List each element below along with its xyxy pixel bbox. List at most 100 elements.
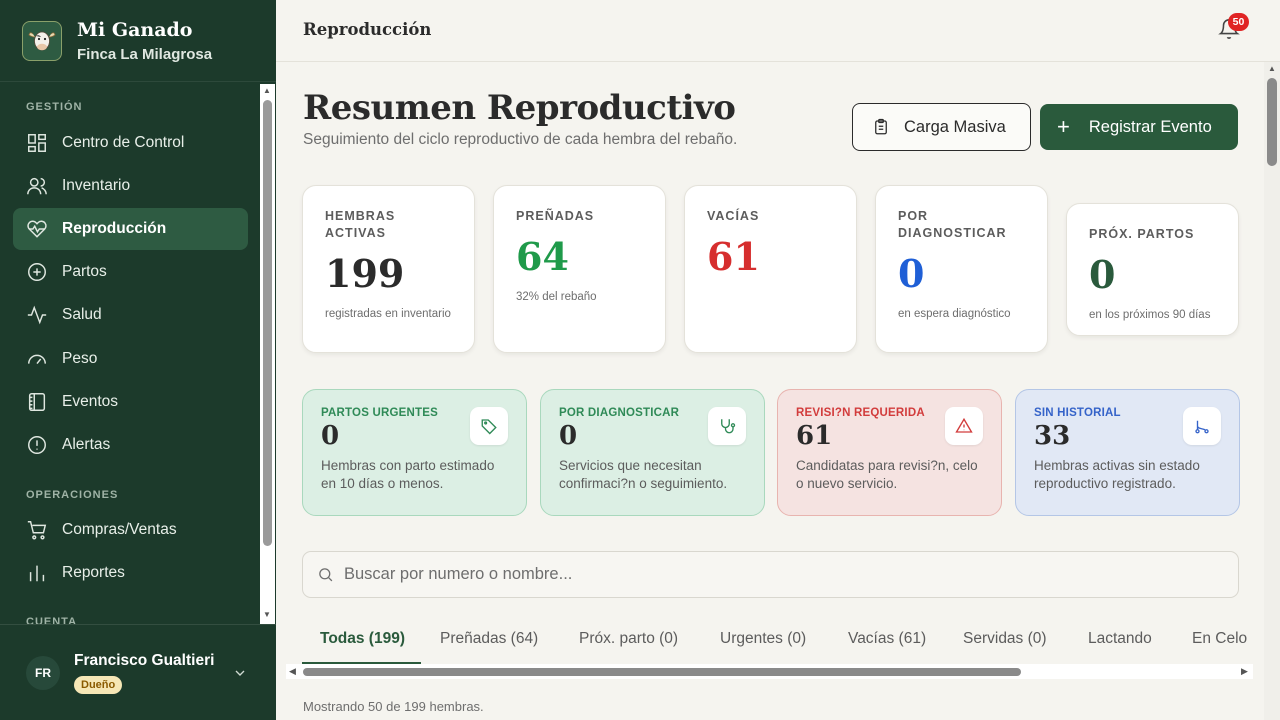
sidebar-item-eventos[interactable]: Eventos: [13, 381, 248, 423]
clipboard-icon: [875, 118, 887, 135]
stat-value: 64: [516, 234, 569, 279]
stat-value: 199: [325, 251, 405, 296]
avatar: FR: [26, 655, 60, 690]
stat-card-por-diagnosticar: Por Diagnosticar 0 en espera diagnóstico: [875, 185, 1048, 353]
sidebar-item-label: Partos: [62, 263, 107, 280]
gauge-icon: [28, 354, 46, 365]
cow-logo-icon: [22, 20, 62, 61]
stat-note: en los próximos 90 días: [1089, 309, 1211, 321]
tab-prox-parto[interactable]: Próx. parto (0): [579, 630, 678, 648]
route-icon: [1183, 407, 1221, 445]
sidebar-scrollbar[interactable]: ▲ ▼: [260, 84, 275, 624]
bulk-upload-label: Carga Masiva: [904, 117, 1006, 136]
sidebar-item-label: Peso: [62, 350, 98, 367]
notification-count-badge: 50: [1228, 13, 1249, 31]
users-icon: [27, 177, 47, 195]
alert-description: Hembras con parto estimado en 10 días o …: [321, 458, 495, 491]
tabs-scroll-thumb[interactable]: [303, 668, 1021, 676]
app-title: Mi Ganado: [77, 18, 193, 41]
sidebar-item-label: Compras/Ventas: [62, 521, 177, 538]
stat-value: 61: [707, 234, 760, 279]
sidebar: Mi Ganado Finca La Milagrosa GESTIÓN Cen…: [0, 0, 276, 720]
section-operaciones: OPERACIONES: [26, 489, 119, 501]
sidebar-item-compras-ventas[interactable]: Compras/Ventas: [13, 509, 248, 551]
register-event-button[interactable]: + Registrar Evento: [1040, 104, 1238, 150]
activity-icon: [27, 305, 47, 325]
main-content: Resumen Reproductivo Seguimiento del cic…: [276, 62, 1264, 720]
bar-chart-icon: [29, 565, 45, 582]
register-event-label: Registrar Evento: [1088, 117, 1212, 136]
alert-circle-icon: [28, 436, 46, 454]
stat-note: registradas en inventario: [325, 308, 451, 320]
tab-urgentes[interactable]: Urgentes (0): [720, 630, 806, 648]
chevron-down-icon[interactable]: [232, 665, 248, 681]
stat-value: 0: [898, 251, 925, 296]
sidebar-item-reproduccion[interactable]: Reproducción: [13, 208, 248, 250]
search-bar[interactable]: [302, 551, 1239, 598]
bulk-upload-button[interactable]: Carga Masiva: [852, 103, 1031, 151]
sidebar-item-label: Centro de Control: [62, 134, 185, 151]
scroll-right-icon[interactable]: ▶: [1241, 666, 1248, 677]
grid-icon: [28, 134, 46, 152]
sidebar-item-centro-de-control[interactable]: Centro de Control: [13, 122, 248, 164]
tab-servidas[interactable]: Servidas (0): [963, 630, 1047, 648]
sidebar-item-label: Inventario: [62, 177, 131, 194]
notebook-icon: [28, 393, 46, 411]
scroll-up-icon[interactable]: ▲: [1268, 64, 1276, 73]
scroll-left-icon[interactable]: ◀: [289, 666, 296, 677]
warning-icon: [945, 407, 983, 445]
stat-label: Hembras Activas: [325, 209, 396, 240]
sidebar-item-label: Reportes: [62, 564, 125, 581]
alert-card-revision-requerida[interactable]: REVISI?N REQUERIDA 61 Candidatas para re…: [777, 389, 1002, 516]
search-input[interactable]: [344, 565, 1224, 584]
stat-card-prenadas: Preñadas 64 32% del rebaño: [493, 185, 666, 353]
heart-pulse-icon: [27, 220, 47, 238]
tab-lactando[interactable]: Lactando: [1088, 630, 1152, 648]
main-scrollbar[interactable]: ▲: [1264, 62, 1280, 720]
stat-note: 32% del rebaño: [516, 291, 597, 303]
main-scroll-thumb[interactable]: [1267, 78, 1277, 166]
tab-en-celo[interactable]: En Celo: [1192, 630, 1247, 648]
brand-header: Mi Ganado Finca La Milagrosa: [0, 0, 276, 82]
sidebar-item-label: Eventos: [62, 393, 119, 410]
sidebar-item-label: Salud: [62, 306, 102, 323]
plus-icon: +: [1057, 114, 1070, 139]
topbar-title: Reproducción: [303, 20, 432, 39]
user-menu[interactable]: FR Francisco Gualtieri Dueño: [0, 624, 276, 720]
alert-description: Servicios que necesitan confirmaci?n o s…: [559, 458, 728, 491]
scroll-up-icon[interactable]: ▲: [263, 86, 271, 95]
farm-name: Finca La Milagrosa: [77, 45, 213, 63]
role-badge: Dueño: [74, 675, 123, 694]
stat-label: Vacías: [707, 209, 760, 223]
scroll-down-icon[interactable]: ▼: [263, 610, 271, 619]
stat-note: en espera diagnóstico: [898, 308, 1011, 320]
sidebar-item-label: Reproducción: [62, 220, 167, 237]
sidebar-item-salud[interactable]: Salud: [13, 294, 248, 336]
alert-description: Candidatas para revisi?n, celo o nuevo s…: [796, 458, 978, 491]
alert-card-partos-urgentes[interactable]: PARTOS URGENTES 0 Hembras con parto esti…: [302, 389, 527, 516]
topbar: Reproducción 50: [276, 0, 1280, 62]
sidebar-item-inventario[interactable]: Inventario: [13, 165, 248, 207]
alert-description: Hembras activas sin estado reproductivo …: [1034, 458, 1200, 491]
sidebar-item-partos[interactable]: Partos: [13, 251, 248, 293]
stat-label: Por Diagnosticar: [898, 209, 1007, 240]
stat-card-hembras-activas: Hembras Activas 199 registradas en inven…: [302, 185, 475, 353]
section-gestion: GESTIÓN: [26, 101, 83, 113]
stat-card-vacias: Vacías 61: [684, 185, 857, 353]
filter-tabs: Todas (199) Preñadas (64) Próx. parto (0…: [302, 618, 1264, 664]
tab-vacias[interactable]: Vacías (61): [848, 630, 926, 648]
tab-todas[interactable]: Todas (199): [320, 630, 405, 648]
stethoscope-icon: [708, 407, 746, 445]
tab-prenadas[interactable]: Preñadas (64): [440, 630, 538, 648]
results-count: Mostrando 50 de 199 hembras.: [303, 699, 484, 714]
stat-card-prox-partos: Próx. Partos 0 en los próximos 90 días: [1066, 203, 1239, 336]
alert-card-sin-historial[interactable]: SIN HISTORIAL 33 Hembras activas sin est…: [1015, 389, 1240, 516]
alert-card-por-diagnosticar[interactable]: POR DIAGNOSTICAR 0 Servicios que necesit…: [540, 389, 765, 516]
sidebar-item-alertas[interactable]: Alertas: [13, 424, 248, 466]
sidebar-item-reportes[interactable]: Reportes: [13, 552, 248, 594]
page-title: Resumen Reproductivo: [303, 88, 736, 128]
sidebar-nav: GESTIÓN Centro de Control Inventario Rep…: [0, 82, 276, 624]
sidebar-scroll-thumb[interactable]: [263, 100, 272, 546]
tabs-horizontal-scrollbar[interactable]: ◀ ▶: [286, 664, 1253, 679]
sidebar-item-peso[interactable]: Peso: [13, 338, 248, 380]
